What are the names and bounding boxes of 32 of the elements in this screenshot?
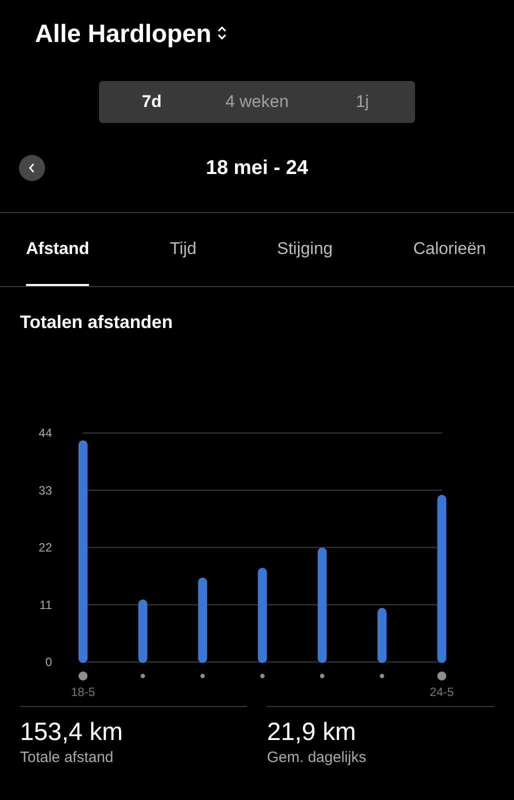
period-tab[interactable]: 4 weken (204, 81, 310, 123)
stat-value: 153,4 km (20, 717, 124, 747)
metric-tab[interactable]: Afstand (26, 213, 90, 286)
metric-tab[interactable]: Calorieën (413, 213, 486, 286)
date-range: 18 mei - 24 (206, 156, 308, 180)
day-dot (437, 672, 446, 680)
back-icon[interactable] (19, 155, 45, 181)
y-axis-label: 33 (38, 483, 52, 498)
y-axis-label: 44 (38, 426, 52, 440)
y-axis-label: 0 (45, 655, 52, 669)
page-title: Alle Hardlopen (35, 19, 212, 50)
y-axis-label: 22 (38, 540, 52, 554)
day-dot (78, 672, 88, 680)
period-tab[interactable]: 7d (99, 81, 204, 123)
day-dot (200, 674, 205, 678)
bar (378, 608, 386, 663)
x-axis-label: 18-5 (70, 685, 96, 699)
day-dot (140, 674, 145, 678)
y-axis-label: 11 (40, 598, 52, 612)
chevron-updown-icon[interactable] (217, 25, 228, 41)
day-dot (260, 674, 265, 678)
period-tab[interactable]: 1j (310, 81, 415, 123)
day-dot (320, 674, 324, 678)
day-dot (380, 674, 384, 678)
stat-value: 21,9 km (267, 717, 357, 747)
section-title: Totalen afstanden (19, 311, 174, 334)
metric-tab[interactable]: Stijging (276, 213, 333, 286)
bar (138, 600, 148, 663)
stat-label: Gem. dagelijks (267, 748, 368, 768)
stat-label: Totale afstand (20, 748, 114, 768)
x-axis-label: 24-5 (430, 685, 454, 699)
metric-tab[interactable]: Tijd (170, 213, 197, 286)
